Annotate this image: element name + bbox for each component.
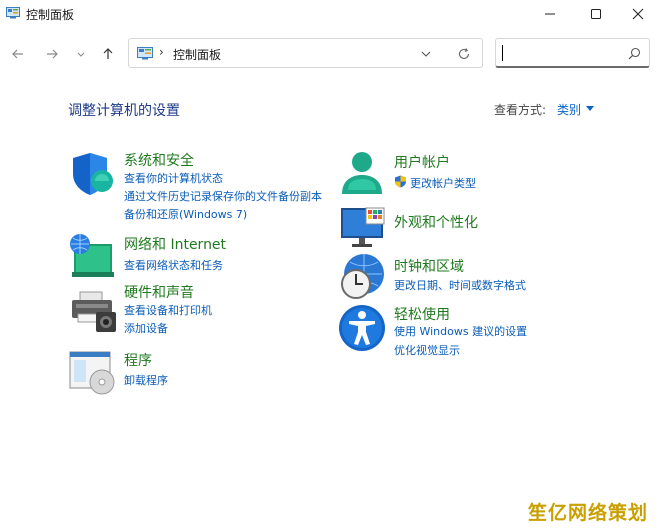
refresh-icon[interactable] bbox=[457, 47, 471, 61]
title-bar: 控制面板 bbox=[0, 0, 660, 28]
forward-button[interactable] bbox=[42, 44, 62, 64]
category-network-title[interactable]: 网络和 Internet bbox=[124, 234, 226, 254]
category-hardware-sound-title[interactable]: 硬件和声音 bbox=[124, 282, 194, 302]
category-appearance-title[interactable]: 外观和个性化 bbox=[394, 212, 478, 232]
link-change-account-type[interactable]: 更改帐户类型 bbox=[410, 175, 476, 191]
search-box[interactable] bbox=[495, 38, 650, 68]
view-by-label: 查看方式: bbox=[494, 103, 547, 117]
search-icon[interactable] bbox=[628, 47, 641, 60]
window-title: 控制面板 bbox=[26, 8, 75, 22]
watermark-text: 笙亿网络策划 bbox=[528, 502, 649, 524]
address-bar[interactable]: › 控制面板 bbox=[128, 38, 483, 68]
link-backup-restore[interactable]: 备份和还原(Windows 7) bbox=[124, 206, 247, 222]
control-panel-icon bbox=[137, 47, 153, 60]
clock-globe-icon[interactable] bbox=[338, 252, 386, 300]
chevron-down-icon bbox=[77, 52, 85, 57]
navigation-bar: › 控制面板 bbox=[0, 36, 660, 72]
up-button[interactable] bbox=[98, 44, 118, 64]
category-clock-region-title[interactable]: 时钟和区域 bbox=[394, 256, 464, 276]
category-ease-of-access-title[interactable]: 轻松使用 bbox=[394, 304, 450, 324]
arrow-right-icon bbox=[47, 49, 58, 59]
recent-locations-button[interactable] bbox=[71, 44, 91, 64]
category-programs-title[interactable]: 程序 bbox=[124, 350, 152, 370]
view-by-dropdown[interactable]: 类别 bbox=[557, 101, 581, 118]
uac-shield-icon bbox=[395, 175, 406, 188]
link-file-history[interactable]: 通过文件历史记录保存你的文件备份副本 bbox=[124, 188, 322, 204]
printer-icon[interactable] bbox=[70, 288, 118, 336]
link-windows-suggested-settings[interactable]: 使用 Windows 建议的设置 bbox=[394, 323, 527, 339]
arrow-left-icon bbox=[12, 49, 23, 59]
link-add-device[interactable]: 添加设备 bbox=[124, 320, 168, 336]
link-optimize-visual-display[interactable]: 优化视觉显示 bbox=[394, 342, 460, 358]
link-uninstall-program[interactable]: 卸载程序 bbox=[124, 372, 168, 388]
chevron-down-icon[interactable] bbox=[586, 106, 594, 111]
page-title: 调整计算机的设置 bbox=[68, 103, 180, 119]
category-user-accounts-title[interactable]: 用户帐户 bbox=[394, 152, 450, 172]
breadcrumb-control-panel[interactable]: 控制面板 bbox=[173, 46, 221, 63]
arrow-up-icon bbox=[103, 48, 113, 59]
minimize-icon bbox=[545, 13, 555, 15]
maximize-icon bbox=[591, 9, 601, 19]
monitor-icon[interactable] bbox=[340, 204, 388, 252]
breadcrumb-separator[interactable]: › bbox=[159, 45, 164, 59]
accessibility-icon[interactable] bbox=[338, 304, 386, 352]
link-change-date-time[interactable]: 更改日期、时间或数字格式 bbox=[394, 277, 526, 293]
link-devices-printers[interactable]: 查看设备和打印机 bbox=[124, 302, 212, 318]
control-panel-icon bbox=[6, 7, 20, 19]
close-button[interactable] bbox=[616, 0, 660, 28]
close-icon bbox=[632, 8, 644, 20]
programs-icon[interactable] bbox=[68, 348, 116, 396]
user-icon[interactable] bbox=[340, 150, 388, 198]
maximize-button[interactable] bbox=[574, 0, 618, 28]
minimize-button[interactable] bbox=[528, 0, 572, 28]
back-button[interactable] bbox=[8, 44, 28, 64]
category-system-security-title[interactable]: 系统和安全 bbox=[124, 150, 194, 170]
chevron-down-icon[interactable] bbox=[419, 47, 433, 61]
shield-icon[interactable] bbox=[70, 150, 118, 198]
search-input[interactable] bbox=[500, 43, 624, 65]
link-view-computer-status[interactable]: 查看你的计算机状态 bbox=[124, 170, 223, 186]
link-network-status[interactable]: 查看网络状态和任务 bbox=[124, 257, 223, 273]
network-globe-icon[interactable] bbox=[68, 232, 116, 280]
